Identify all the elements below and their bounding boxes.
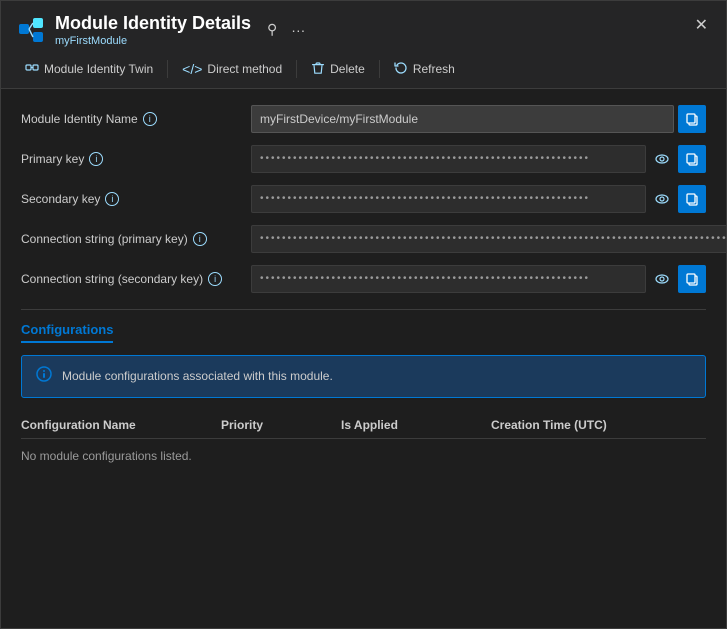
- connection-string-secondary-eye-button[interactable]: [650, 265, 674, 293]
- secondary-key-info-icon[interactable]: i: [105, 192, 119, 206]
- configurations-title: Configurations: [21, 322, 113, 343]
- connection-string-secondary-label: Connection string (secondary key) i: [21, 272, 251, 286]
- toolbar-separator-2: [296, 60, 297, 78]
- primary-key-eye-button[interactable]: [650, 145, 674, 173]
- refresh-icon: [394, 61, 408, 78]
- refresh-button[interactable]: Refresh: [386, 57, 463, 82]
- toolbar-separator-3: [379, 60, 380, 78]
- connection-string-secondary-masked: ••••••••••••••••••••••••••••••••••••••••…: [251, 265, 646, 293]
- content-area: Module Identity Name i Primary key i: [1, 89, 726, 628]
- info-banner-text: Module configurations associated with th…: [62, 369, 333, 383]
- direct-method-button[interactable]: </> Direct method: [174, 57, 290, 81]
- title-text-group: Module Identity Details myFirstModule: [55, 13, 251, 47]
- table-empty-message: No module configurations listed.: [21, 449, 706, 463]
- pin-button[interactable]: ⚲: [263, 19, 281, 40]
- page-subtitle: myFirstModule: [55, 35, 251, 47]
- delete-button[interactable]: Delete: [303, 57, 373, 82]
- col-configuration-name: Configuration Name: [21, 418, 221, 432]
- info-banner: Module configurations associated with th…: [21, 355, 706, 398]
- secondary-key-eye-button[interactable]: [650, 185, 674, 213]
- connection-string-primary-row: Connection string (primary key) i ••••••…: [21, 225, 706, 253]
- connection-string-secondary-input-wrap: ••••••••••••••••••••••••••••••••••••••••…: [251, 265, 706, 293]
- refresh-label: Refresh: [413, 62, 455, 76]
- module-identity-name-copy-button[interactable]: [678, 105, 706, 133]
- table-header: Configuration Name Priority Is Applied C…: [21, 412, 706, 439]
- connection-string-primary-masked: ••••••••••••••••••••••••••••••••••••••••…: [251, 225, 726, 253]
- module-identity-name-label: Module Identity Name i: [21, 112, 251, 126]
- info-banner-icon: [36, 366, 52, 387]
- primary-key-label: Primary key i: [21, 152, 251, 166]
- col-is-applied: Is Applied: [341, 418, 491, 432]
- configurations-section: Configurations Module configurations ass…: [21, 309, 706, 469]
- secondary-key-label: Secondary key i: [21, 192, 251, 206]
- table-empty-row: No module configurations listed.: [21, 443, 706, 469]
- more-button[interactable]: ···: [287, 20, 309, 40]
- connection-string-primary-label: Connection string (primary key) i: [21, 232, 251, 246]
- col-creation-time: Creation Time (UTC): [491, 418, 706, 432]
- close-button[interactable]: ✕: [689, 13, 714, 37]
- direct-method-label: Direct method: [207, 62, 282, 76]
- primary-key-row: Primary key i ••••••••••••••••••••••••••…: [21, 145, 706, 173]
- secondary-key-input-wrap: ••••••••••••••••••••••••••••••••••••••••…: [251, 185, 706, 213]
- module-identity-name-input-wrap: [251, 105, 706, 133]
- module-identity-details-panel: Module Identity Details myFirstModule ⚲ …: [0, 0, 727, 629]
- col-priority: Priority: [221, 418, 341, 432]
- connection-string-secondary-copy-button[interactable]: [678, 265, 706, 293]
- primary-key-input-wrap: ••••••••••••••••••••••••••••••••••••••••…: [251, 145, 706, 173]
- primary-key-info-icon[interactable]: i: [89, 152, 103, 166]
- connection-string-primary-info-icon[interactable]: i: [193, 232, 207, 246]
- secondary-key-row: Secondary key i ••••••••••••••••••••••••…: [21, 185, 706, 213]
- module-identity-twin-label: Module Identity Twin: [44, 62, 153, 76]
- module-identity-name-input[interactable]: [251, 105, 674, 133]
- code-icon: </>: [182, 61, 202, 77]
- page-title: Module Identity Details: [55, 13, 251, 35]
- secondary-key-copy-button[interactable]: [678, 185, 706, 213]
- secondary-key-masked: ••••••••••••••••••••••••••••••••••••••••…: [251, 185, 646, 213]
- title-bar: Module Identity Details myFirstModule ⚲ …: [1, 1, 726, 51]
- toolbar-separator-1: [167, 60, 168, 78]
- module-identity-name-row: Module Identity Name i: [21, 105, 706, 133]
- connection-string-secondary-row: Connection string (secondary key) i ••••…: [21, 265, 706, 293]
- connection-string-secondary-info-icon[interactable]: i: [208, 272, 222, 286]
- toolbar: Module Identity Twin </> Direct method D…: [1, 51, 726, 89]
- primary-key-masked: ••••••••••••••••••••••••••••••••••••••••…: [251, 145, 646, 173]
- module-identity-twin-button[interactable]: Module Identity Twin: [17, 57, 161, 82]
- twin-icon: [25, 61, 39, 78]
- title-actions: ⚲ ···: [263, 19, 309, 40]
- module-identity-name-info-icon[interactable]: i: [143, 112, 157, 126]
- delete-icon: [311, 61, 325, 78]
- delete-label: Delete: [330, 62, 365, 76]
- primary-key-copy-button[interactable]: [678, 145, 706, 173]
- app-icon: [17, 16, 45, 44]
- connection-string-primary-input-wrap: ••••••••••••••••••••••••••••••••••••••••…: [251, 225, 726, 253]
